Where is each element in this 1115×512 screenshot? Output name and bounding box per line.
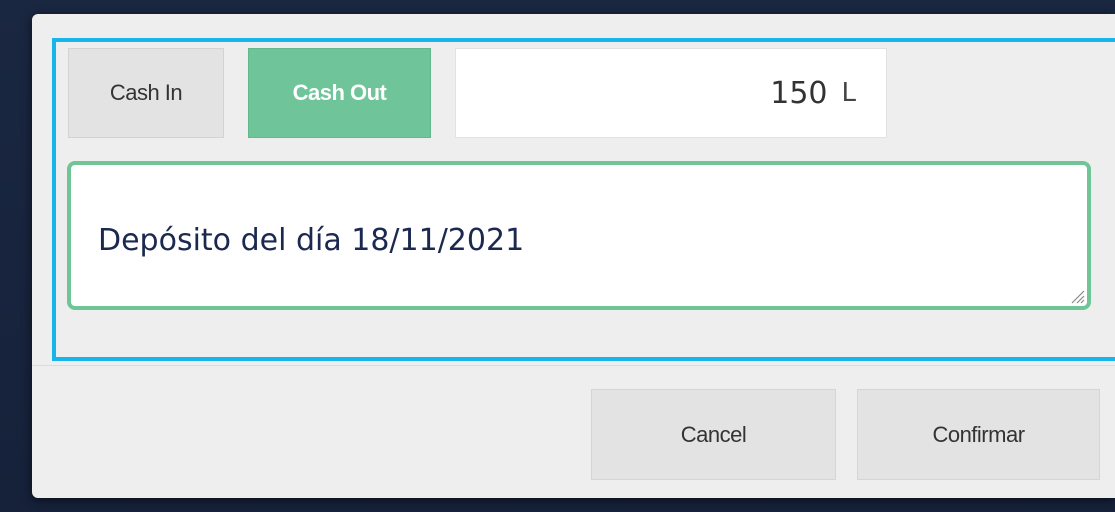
cancel-button[interactable]: Cancel xyxy=(591,389,836,480)
note-text: Depósito del día 18/11/2021 xyxy=(98,223,525,258)
footer-divider xyxy=(32,365,1115,366)
cash-in-label: Cash In xyxy=(109,80,183,105)
note-textarea[interactable]: Depósito del día 18/11/2021 xyxy=(67,161,1091,310)
confirm-label: Confirmar xyxy=(932,421,1025,447)
cash-dialog: Cash In Cash Out 150 L Depósito del día … xyxy=(32,14,1115,498)
confirm-button[interactable]: Confirmar xyxy=(857,389,1100,480)
currency-symbol: L xyxy=(841,78,857,108)
cash-in-button[interactable]: Cash In xyxy=(68,48,224,138)
resize-grip-icon[interactable] xyxy=(1069,288,1085,304)
cash-out-label: Cash Out xyxy=(292,80,387,105)
amount-input[interactable]: 150 L xyxy=(455,48,887,138)
cash-out-button[interactable]: Cash Out xyxy=(248,48,431,138)
cancel-label: Cancel xyxy=(680,421,747,447)
amount-value: 150 xyxy=(770,75,828,111)
